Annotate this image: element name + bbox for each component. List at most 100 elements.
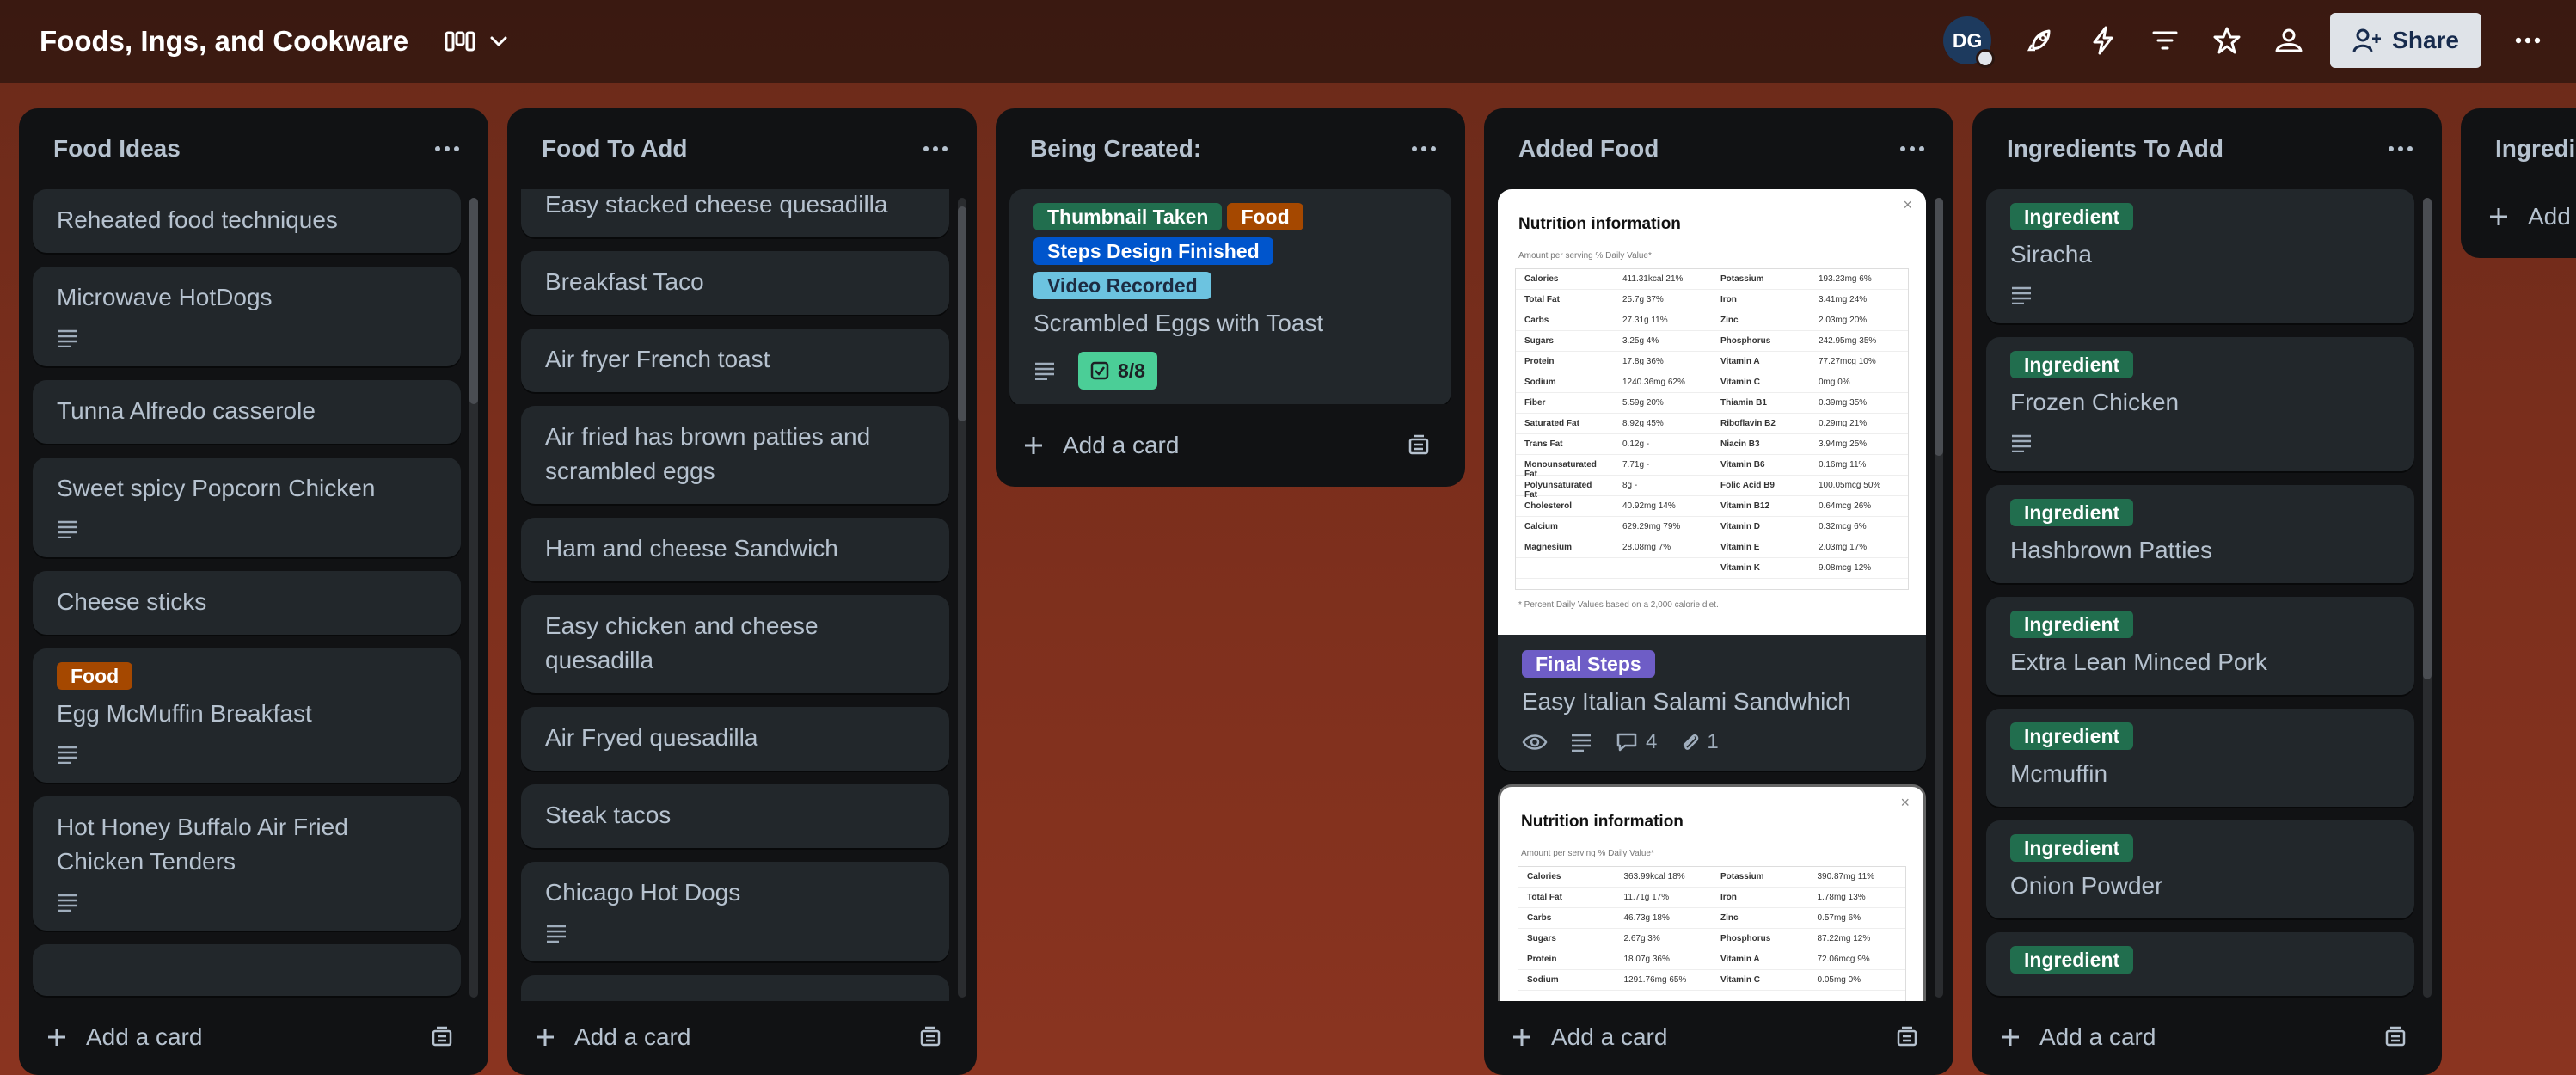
- comments-badge: 4: [1615, 730, 1657, 754]
- add-card-button[interactable]: Add a card: [46, 1023, 202, 1051]
- card[interactable]: Air Fryed quesadilla: [521, 707, 949, 771]
- nutrition-cell: Monounsaturated Fat: [1524, 460, 1597, 479]
- card-label-ingredient[interactable]: Ingredient: [2010, 203, 2134, 230]
- card-title: Easy chicken and cheese quesadilla: [545, 612, 819, 673]
- card[interactable]: Ingredient Onion Powder: [1986, 820, 2414, 918]
- card-label-steps-design-finished[interactable]: Steps Design Finished: [1033, 237, 1273, 265]
- card[interactable]: × Nutrition information Amount per servi…: [1498, 189, 1926, 771]
- card[interactable]: Ingredient: [1986, 932, 2414, 996]
- card-list: Reheated food techniques Microwave HotDo…: [33, 189, 461, 1001]
- card-label-ingredient[interactable]: Ingredient: [2010, 611, 2134, 638]
- card[interactable]: Ingredient Extra Lean Minced Pork: [1986, 597, 2414, 695]
- add-card-button[interactable]: Add a card: [1023, 432, 1179, 459]
- card[interactable]: Thumbnail Taken Food Steps Design Finished…: [1009, 189, 1451, 404]
- checklist-count: 8/8: [1118, 359, 1145, 382]
- card-label-food[interactable]: Food: [57, 662, 133, 690]
- card[interactable]: Ingredient Mcmuffin: [1986, 709, 2414, 807]
- card-label-ingredient[interactable]: Ingredient: [2010, 722, 2134, 750]
- list-menu-icon[interactable]: [1410, 144, 1438, 153]
- automation-button[interactable]: [2072, 12, 2134, 69]
- list-title[interactable]: Added Food: [1518, 135, 1659, 163]
- card-label-ingredient[interactable]: Ingredient: [2010, 351, 2134, 378]
- card[interactable]: Microwave HotDogs: [33, 267, 461, 366]
- list-title[interactable]: Being Created:: [1030, 135, 1201, 163]
- add-card-button[interactable]: Add a card: [1512, 1023, 1667, 1051]
- board-title[interactable]: Foods, Ings, and Cookware: [40, 25, 408, 58]
- card-label-final-steps[interactable]: Final Steps: [1522, 650, 1655, 678]
- template-icon[interactable]: [430, 1026, 454, 1048]
- add-card-row: Add a card: [996, 411, 1465, 480]
- card-title: Chicago Hot Dogs: [545, 879, 741, 906]
- list-scrollbar[interactable]: [469, 198, 478, 998]
- board-view-icon[interactable]: [445, 29, 475, 53]
- card[interactable]: Air fryer French toast: [521, 329, 949, 392]
- nutrition-row: Carbs 27.31g 11% Zinc 2.03mg 20%: [1516, 310, 1908, 331]
- plus-icon: [1513, 1029, 1530, 1046]
- list-menu-icon[interactable]: [2387, 144, 2414, 153]
- list-title[interactable]: Ingredi: [2495, 135, 2575, 163]
- card-label-thumbnail-taken[interactable]: Thumbnail Taken: [1033, 203, 1223, 230]
- nutrition-cell: 27.31g 11%: [1622, 316, 1668, 325]
- card-label-ingredient[interactable]: Ingredient: [2010, 946, 2134, 974]
- add-card-button[interactable]: Add a card: [2000, 1023, 2156, 1051]
- list-scrollbar[interactable]: [1935, 198, 1943, 998]
- filter-button[interactable]: [2134, 12, 2196, 69]
- card[interactable]: Cheese sticks: [33, 571, 461, 635]
- card[interactable]: Ingredient Frozen Chicken: [1986, 337, 2414, 471]
- attachment-icon: [1684, 734, 1699, 750]
- visibility-button[interactable]: [2258, 12, 2320, 69]
- card[interactable]: Air fried has brown patties and scramble…: [521, 406, 949, 504]
- attachments-badge: 1: [1679, 730, 1719, 754]
- card[interactable]: Easy chicken and cheese quesadilla: [521, 595, 949, 693]
- card[interactable]: Easy stacked cheese quesadilla: [521, 189, 949, 237]
- card-title: Hashbrown Patties: [2010, 537, 2213, 563]
- card-label-food[interactable]: Food: [1227, 203, 1303, 230]
- card[interactable]: Ingredient Siracha: [1986, 189, 2414, 323]
- card[interactable]: Ingredient Hashbrown Patties: [1986, 485, 2414, 583]
- card[interactable]: Ham and cheese Sandwich: [521, 518, 949, 581]
- card-title: Mcmuffin: [2010, 760, 2108, 787]
- list-title[interactable]: Food Ideas: [53, 135, 181, 163]
- card-label-ingredient[interactable]: Ingredient: [2010, 834, 2134, 862]
- template-icon[interactable]: [1407, 434, 1431, 457]
- list-title[interactable]: Ingredients To Add: [2007, 135, 2223, 163]
- add-card-button[interactable]: Add a card: [535, 1023, 690, 1051]
- card-label-ingredient[interactable]: Ingredient: [2010, 499, 2134, 526]
- card[interactable]: Sweet spicy Popcorn Chicken: [33, 458, 461, 557]
- star-button[interactable]: [2196, 12, 2258, 69]
- avatar[interactable]: DG: [1943, 16, 1996, 68]
- card-label-video-recorded[interactable]: Video Recorded: [1033, 272, 1211, 299]
- card[interactable]: Tunna Alfredo casserole: [33, 380, 461, 444]
- add-card-button[interactable]: Add: [2488, 203, 2571, 230]
- card[interactable]: Breakfast Taco: [521, 251, 949, 315]
- nutrition-row: Sodium 1240.36mg 62% Vitamin C 0mg 0%: [1516, 372, 1908, 393]
- nutrition-cell: 11.71g 17%: [1623, 893, 1670, 902]
- board-menu-button[interactable]: [2497, 12, 2559, 69]
- template-icon[interactable]: [918, 1026, 942, 1048]
- list-menu-icon[interactable]: [922, 144, 949, 153]
- card[interactable]: Chicago Hot Dogs: [521, 862, 949, 961]
- card[interactable]: Reheated food techniques: [33, 189, 461, 253]
- template-icon[interactable]: [2383, 1026, 2407, 1048]
- chevron-down-icon[interactable]: [488, 30, 510, 52]
- card[interactable]: Hot Honey Buffalo Air Fried Chicken Tend…: [33, 796, 461, 931]
- share-button[interactable]: Share: [2330, 13, 2481, 68]
- add-card-label: Add a card: [2039, 1023, 2156, 1050]
- list-title[interactable]: Food To Add: [542, 135, 688, 163]
- list-scrollbar[interactable]: [958, 198, 966, 998]
- nutrition-row: Cholesterol 40.92mg 14% Vitamin B12 0.64mcg…: [1516, 496, 1908, 517]
- card[interactable]: Food Egg McMuffin Breakfast: [33, 648, 461, 783]
- card[interactable]: Steak tacos: [521, 784, 949, 848]
- list-menu-icon[interactable]: [1898, 144, 1926, 153]
- card[interactable]: × Nutrition information Amount per servi…: [1498, 784, 1926, 1001]
- plus-icon: [48, 1029, 65, 1046]
- list-scrollbar[interactable]: [2423, 198, 2432, 998]
- card[interactable]: [521, 975, 949, 1001]
- nutrition-cell: 28.08mg 7%: [1622, 543, 1671, 552]
- avatar-badge: [1976, 49, 1996, 68]
- card[interactable]: [33, 944, 461, 996]
- power-ups-button[interactable]: [2010, 12, 2072, 69]
- list-menu-icon[interactable]: [433, 144, 461, 153]
- template-icon[interactable]: [1895, 1026, 1919, 1048]
- view-switcher[interactable]: [445, 29, 510, 53]
